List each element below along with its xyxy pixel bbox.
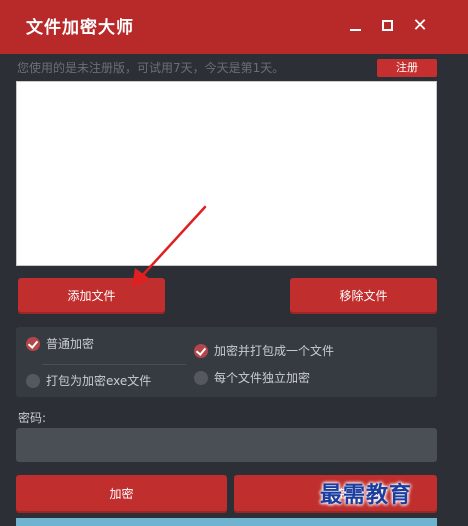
- option-each-file-label: 每个文件独立加密: [214, 371, 311, 385]
- minimize-button[interactable]: [344, 14, 368, 38]
- close-icon: ✕: [412, 15, 428, 36]
- watermark-text: 最需教育: [320, 482, 413, 508]
- trial-notice: 您使用的是未注册版，可试用7天，今天是第1天。: [17, 61, 285, 75]
- option-pack-exe-label: 打包为加密exe文件: [46, 374, 152, 388]
- radio-unchecked-icon[interactable]: [194, 371, 208, 385]
- register-button[interactable]: 注册: [377, 59, 437, 77]
- file-list-area[interactable]: [16, 81, 437, 266]
- password-input[interactable]: [16, 428, 437, 462]
- option-normal-encrypt-label: 普通加密: [46, 337, 95, 351]
- remove-file-button[interactable]: 移除文件: [290, 278, 437, 314]
- app-title: 文件加密大师: [26, 18, 134, 38]
- encrypt-button[interactable]: 加密: [16, 475, 227, 513]
- maximize-icon: [382, 20, 393, 31]
- password-label: 密码:: [18, 411, 47, 425]
- add-file-button[interactable]: 添加文件: [18, 278, 165, 314]
- maximize-button[interactable]: [376, 14, 400, 38]
- progress-bar: [16, 518, 437, 526]
- title-bar: 文件加密大师 ✕: [0, 0, 468, 54]
- radio-checked-icon[interactable]: [194, 344, 208, 358]
- radio-checked-icon[interactable]: [26, 337, 40, 351]
- minimize-icon: [350, 29, 361, 31]
- option-pack-one-file-label: 加密并打包成一个文件: [214, 344, 335, 358]
- options-divider: [42, 364, 186, 365]
- radio-unchecked-icon[interactable]: [26, 374, 40, 388]
- close-button[interactable]: ✕: [408, 14, 432, 38]
